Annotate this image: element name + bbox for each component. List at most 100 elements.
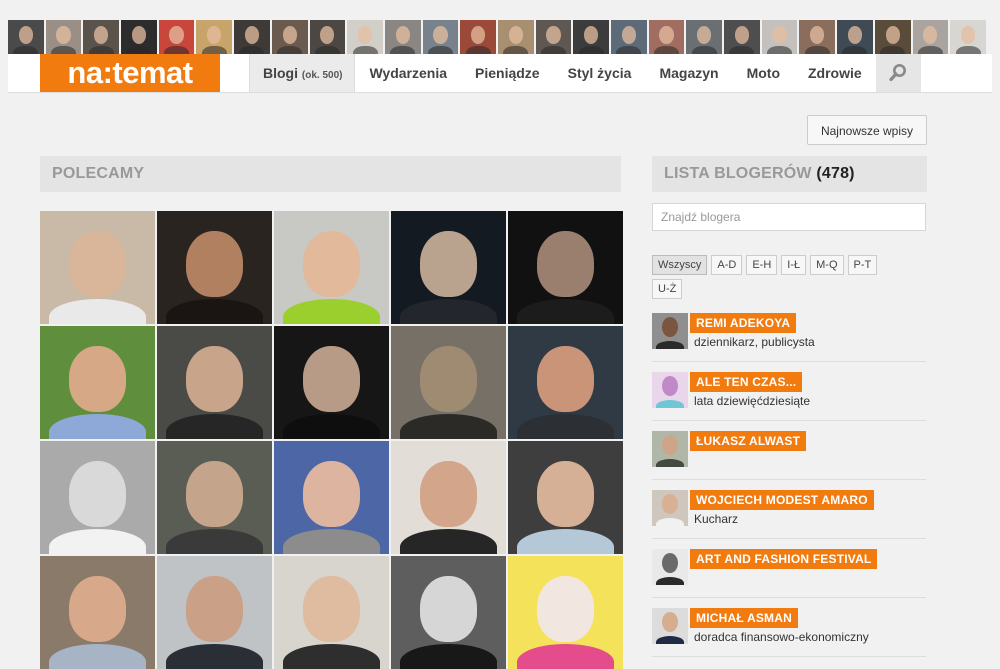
search-icon (889, 64, 907, 82)
top-strip-avatar[interactable] (460, 20, 496, 54)
top-strip-avatar[interactable] (611, 20, 647, 54)
recommended-blogger-photo[interactable] (40, 556, 155, 669)
top-strip-avatar[interactable] (121, 20, 157, 54)
top-strip-avatar[interactable] (196, 20, 233, 54)
top-strip-avatar[interactable] (83, 20, 120, 54)
blogger-list-item[interactable]: ALE TEN CZAS... lata dziewięćdziesiąte (652, 362, 926, 421)
blogger-list-item[interactable]: WOJCIECH MODEST AMARO Kucharz (652, 480, 926, 539)
portrait-face (419, 461, 478, 527)
nav-item-moto[interactable]: Moto (733, 54, 794, 92)
filter-chip[interactable]: A-D (711, 255, 743, 275)
recommended-blogger-photo[interactable] (508, 556, 623, 669)
blogger-name[interactable]: MICHAŁ ASMAN (690, 608, 798, 628)
portrait-body (517, 414, 614, 439)
blogger-name[interactable]: ALE TEN CZAS... (690, 372, 803, 392)
top-strip-avatar[interactable] (950, 20, 986, 54)
recommended-blogger-photo[interactable] (157, 556, 272, 669)
recommended-blogger-photo[interactable] (391, 326, 506, 439)
recommended-blogger-photo[interactable] (508, 326, 623, 439)
blogger-avatar[interactable] (652, 490, 688, 526)
top-strip-avatar[interactable] (271, 20, 308, 54)
recommended-blogger-photo[interactable] (274, 326, 389, 439)
newest-posts-button[interactable]: Najnowsze wpisy (807, 115, 927, 145)
portrait-face (302, 231, 361, 297)
portrait-face (185, 461, 244, 527)
recommended-blogger-photo[interactable] (274, 441, 389, 554)
recommended-blogger-photo[interactable] (157, 211, 272, 324)
recommended-blogger-photo[interactable] (40, 441, 155, 554)
nav-search-button[interactable] (875, 54, 921, 92)
top-strip-avatar[interactable] (648, 20, 685, 54)
blogger-name[interactable]: REMI ADEKOYA (690, 313, 797, 333)
portrait-body (49, 644, 146, 669)
blogger-search-input[interactable] (652, 203, 926, 231)
blogger-name[interactable]: ŁUKASZ ALWAST (690, 431, 807, 451)
portrait-body (49, 299, 146, 324)
recommended-blogger-photo[interactable] (40, 326, 155, 439)
top-strip-avatar[interactable] (309, 20, 346, 54)
recommended-blogger-photo[interactable] (391, 556, 506, 669)
blogger-list-title: LISTA BLOGERÓW (664, 165, 812, 182)
nav-item-blogi[interactable]: Blogi (ok. 500) (249, 54, 356, 92)
top-strip-avatar[interactable] (573, 20, 609, 54)
recommended-blogger-photo[interactable] (274, 556, 389, 669)
blogger-avatar[interactable] (652, 549, 688, 585)
avatar-face (662, 376, 678, 397)
top-strip-avatar[interactable] (837, 20, 873, 54)
top-strip-avatar[interactable] (912, 20, 949, 54)
recommended-grid (40, 211, 623, 669)
recommended-blogger-photo[interactable] (40, 211, 155, 324)
nav-item-wydarzenia[interactable]: Wydarzenia (355, 54, 461, 92)
portrait-face (536, 231, 595, 297)
blogger-list-item[interactable]: REMI ADEKOYA dziennikarz, publicysta (652, 303, 926, 362)
top-strip-avatar[interactable] (234, 20, 270, 54)
portrait-body (283, 644, 380, 669)
recommended-blogger-photo[interactable] (157, 326, 272, 439)
portrait-body (49, 414, 146, 439)
recommended-blogger-photo[interactable] (508, 441, 623, 554)
blogger-avatar[interactable] (652, 313, 688, 349)
portrait-face (419, 231, 478, 297)
blogger-list-item[interactable]: MICHAŁ ASMAN doradca finansowo-ekonomiczn… (652, 598, 926, 657)
blogger-list-item[interactable]: ŁUKASZ ALWAST (652, 421, 926, 480)
avatar-face (662, 612, 678, 633)
top-strip-avatar[interactable] (8, 20, 44, 54)
top-strip-avatar[interactable] (422, 20, 459, 54)
nav-item-label: Blogi (263, 65, 298, 81)
recommended-blogger-photo[interactable] (391, 211, 506, 324)
nav-item-pieniadze[interactable]: Pieniądze (461, 54, 554, 92)
filter-chip[interactable]: Wszyscy (652, 255, 708, 275)
site-logo[interactable]: na:temat (40, 54, 220, 92)
recommended-title: POLECAMY (52, 165, 145, 182)
top-strip-avatar[interactable] (45, 20, 82, 54)
filter-chip[interactable]: E-H (746, 255, 778, 275)
top-strip-avatar[interactable] (874, 20, 911, 54)
top-strip-avatar[interactable] (686, 20, 723, 54)
recommended-blogger-photo[interactable] (274, 211, 389, 324)
top-strip-avatar[interactable] (497, 20, 534, 54)
blogger-avatar[interactable] (652, 431, 688, 467)
blogger-list-item[interactable]: ART AND FASHION FESTIVAL (652, 539, 926, 598)
filter-chip[interactable]: U-Ż (652, 279, 683, 299)
nav-item-styl-zycia[interactable]: Styl życia (554, 54, 646, 92)
portrait-face (536, 576, 595, 642)
top-strip-avatar[interactable] (384, 20, 421, 54)
recommended-blogger-photo[interactable] (508, 211, 623, 324)
nav-item-zdrowie[interactable]: Zdrowie (794, 54, 876, 92)
filter-chip[interactable]: P-T (847, 255, 878, 275)
top-strip-avatar[interactable] (158, 20, 195, 54)
blogger-name[interactable]: ART AND FASHION FESTIVAL (690, 549, 878, 569)
recommended-blogger-photo[interactable] (157, 441, 272, 554)
filter-chip[interactable]: I-Ł (781, 255, 807, 275)
recommended-blogger-photo[interactable] (391, 441, 506, 554)
top-strip-avatar[interactable] (761, 20, 798, 54)
top-strip-avatar[interactable] (724, 20, 760, 54)
blogger-avatar[interactable] (652, 608, 688, 644)
nav-item-magazyn[interactable]: Magazyn (645, 54, 732, 92)
top-strip-avatar[interactable] (347, 20, 383, 54)
filter-chip[interactable]: M-Q (810, 255, 844, 275)
blogger-name[interactable]: WOJCIECH MODEST AMARO (690, 490, 874, 510)
blogger-avatar[interactable] (652, 372, 688, 408)
top-strip-avatar[interactable] (535, 20, 572, 54)
top-strip-avatar[interactable] (799, 20, 836, 54)
